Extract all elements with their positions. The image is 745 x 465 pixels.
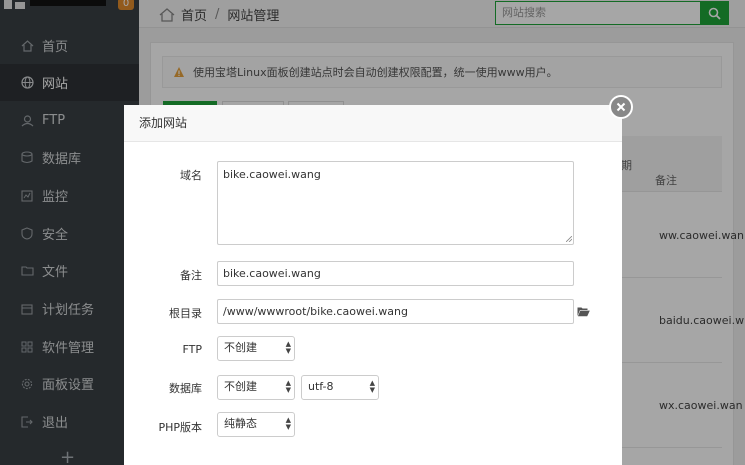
select-arrows-icon: ▲ ▼: [285, 379, 291, 394]
ftp-label: FTP: [182, 343, 203, 356]
charset-select[interactable]: utf-8 ▲ ▼: [301, 375, 379, 400]
root-dir-label: 根目录: [169, 307, 202, 320]
open-folder-icon[interactable]: [577, 306, 590, 317]
domain-textarea[interactable]: bike.caowei.wang: [217, 161, 574, 245]
database-label: 数据库: [169, 382, 202, 395]
close-button[interactable]: [609, 95, 633, 119]
php-version-select[interactable]: 纯静态 ▲ ▼: [217, 412, 295, 437]
select-arrows-icon: ▲ ▼: [285, 340, 291, 355]
resize-handle-icon[interactable]: [566, 236, 572, 242]
select-arrows-icon: ▲ ▼: [285, 416, 291, 431]
remark-label: 备注: [180, 269, 202, 282]
dialog-title: 添加网站: [124, 105, 622, 142]
database-select[interactable]: 不创建 ▲ ▼: [217, 375, 295, 400]
close-icon: [616, 102, 626, 112]
ftp-select-value: 不创建: [224, 341, 257, 354]
database-select-value: 不创建: [224, 380, 257, 393]
root-dir-input[interactable]: /www/wwwroot/bike.caowei.wang: [217, 299, 574, 324]
charset-select-value: utf-8: [308, 380, 334, 393]
remark-input[interactable]: bike.caowei.wang: [217, 261, 574, 286]
ftp-select[interactable]: 不创建 ▲ ▼: [217, 336, 295, 361]
select-arrows-icon: ▲ ▼: [369, 379, 375, 394]
php-version-label: PHP版本: [158, 421, 202, 434]
php-version-select-value: 纯静态: [224, 417, 257, 430]
domain-label: 域名: [180, 169, 202, 182]
